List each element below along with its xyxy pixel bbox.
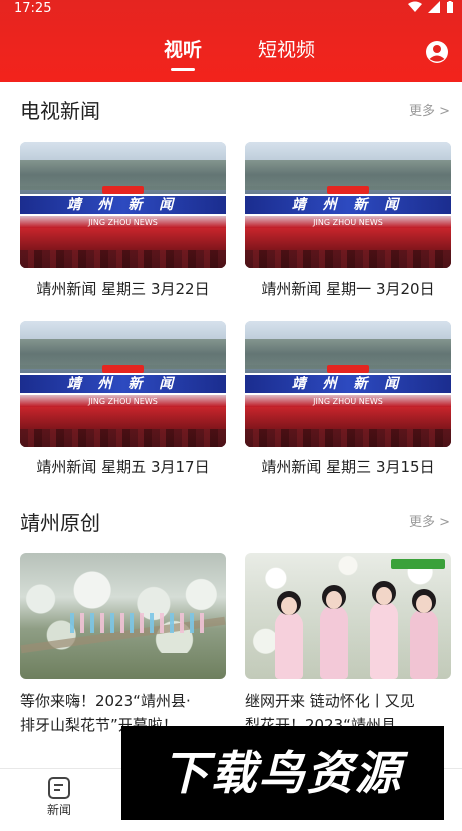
photo-trees — [20, 563, 226, 653]
thumb-city-silhouette — [245, 429, 451, 447]
thumb-title: 靖 州 新 闻 — [66, 197, 180, 213]
more-link-tv-news[interactable]: 更多 > — [409, 104, 450, 120]
status-time: 17:25 — [14, 1, 52, 16]
status-icons — [408, 0, 454, 18]
photo-figure-face — [376, 587, 392, 605]
battery-icon — [446, 0, 454, 18]
original-caption-line: 继网开来 链动怀化丨又见 — [245, 692, 415, 710]
thumb-badge — [102, 186, 144, 194]
original-thumbnail[interactable] — [245, 553, 451, 679]
thumb-badge — [327, 186, 369, 194]
photo-figure-face — [281, 597, 297, 615]
section-title-tv-news: 电视新闻 — [20, 99, 100, 123]
top-header: 17:25 视听 短视频 — [0, 0, 462, 82]
signal-icon — [428, 0, 440, 18]
photo-people — [70, 613, 210, 633]
news-icon — [48, 777, 70, 799]
photo-figure-face — [326, 591, 342, 609]
section-title-original: 靖州原创 — [20, 511, 100, 535]
news-caption[interactable]: 靖州新闻 星期三 3月22日 — [20, 279, 226, 299]
photo-figure — [320, 605, 348, 679]
thumb-title: 靖 州 新 闻 — [66, 376, 180, 392]
thumb-badge — [102, 365, 144, 373]
photo-figure — [410, 609, 438, 679]
watermark-text: 下载鸟资源 — [162, 746, 403, 800]
thumb-subtitle: JING ZHOU NEWS — [313, 397, 383, 406]
watermark-overlay: 下载鸟资源 — [121, 726, 444, 820]
news-caption[interactable]: 靖州新闻 星期五 3月17日 — [20, 457, 226, 477]
thumb-title: 靖 州 新 闻 — [291, 376, 405, 392]
photo-figure-face — [416, 595, 432, 613]
wifi-icon — [408, 0, 422, 18]
news-thumbnail[interactable]: 靖 州 新 闻 JING ZHOU NEWS — [20, 142, 226, 268]
original-caption-line: 等你来嗨！2023“靖州县· — [20, 692, 191, 710]
photo-figure — [370, 601, 398, 679]
original-thumbnail[interactable] — [20, 553, 226, 679]
tabbar-item-news[interactable]: 新闻 — [29, 777, 89, 817]
thumb-badge — [327, 365, 369, 373]
photo-figure — [275, 611, 303, 679]
news-thumbnail[interactable]: 靖 州 新 闻 JING ZHOU NEWS — [245, 321, 451, 447]
thumb-subtitle: JING ZHOU NEWS — [88, 218, 158, 227]
account-circle-icon[interactable] — [425, 40, 449, 64]
news-thumbnail[interactable]: 靖 州 新 闻 JING ZHOU NEWS — [245, 142, 451, 268]
news-caption[interactable]: 靖州新闻 星期一 3月20日 — [245, 279, 451, 299]
news-caption[interactable]: 靖州新闻 星期三 3月15日 — [245, 457, 451, 477]
photo-tag — [391, 559, 445, 569]
tab-short-video[interactable]: 短视频 — [258, 38, 315, 62]
active-tab-indicator — [171, 68, 195, 71]
thumb-subtitle: JING ZHOU NEWS — [88, 397, 158, 406]
more-link-original[interactable]: 更多 > — [409, 515, 450, 531]
news-thumbnail[interactable]: 靖 州 新 闻 JING ZHOU NEWS — [20, 321, 226, 447]
thumb-title: 靖 州 新 闻 — [291, 197, 405, 213]
tabbar-label: 新闻 — [46, 803, 71, 817]
tab-shiting[interactable]: 视听 — [164, 38, 202, 62]
thumb-subtitle: JING ZHOU NEWS — [313, 218, 383, 227]
thumb-city-silhouette — [20, 250, 226, 268]
thumb-city-silhouette — [20, 429, 226, 447]
thumb-city-silhouette — [245, 250, 451, 268]
